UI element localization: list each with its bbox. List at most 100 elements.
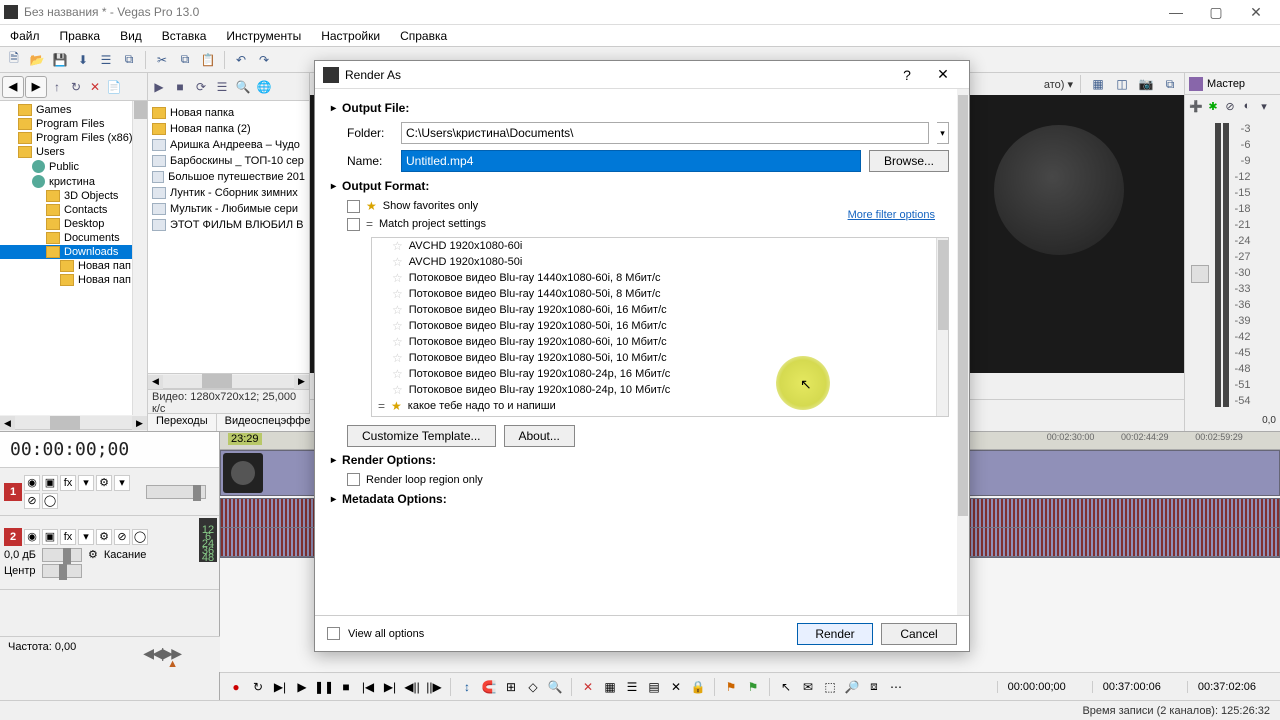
track-rec-icon[interactable]: ◉ (24, 529, 40, 545)
file-item[interactable]: Барбоскины _ ТОП-10 сер (148, 153, 309, 169)
tree-item[interactable]: Documents (0, 231, 147, 245)
magnet-icon[interactable]: 🧲 (479, 677, 499, 697)
go-start-icon[interactable]: |◀ (358, 677, 378, 697)
paste-icon[interactable]: 📋 (198, 50, 218, 70)
cut-icon[interactable]: ✂ (152, 50, 172, 70)
record-icon[interactable]: ● (226, 677, 246, 697)
format-item[interactable]: ☆Потоковое видео Blu-ray 1440x1080-50i, … (372, 286, 948, 302)
metadata-section[interactable]: Metadata Options: (331, 488, 949, 510)
dialog-close-button[interactable]: ✕ (925, 62, 961, 88)
track-auto-icon[interactable]: ▾ (78, 475, 94, 491)
track-pan-slider[interactable] (42, 564, 82, 578)
snapshot-icon[interactable]: 📷 (1136, 74, 1156, 94)
render-loop-checkbox[interactable] (347, 473, 360, 486)
file-item[interactable]: Большое путешествие 201 (148, 169, 309, 185)
play-start-icon[interactable]: ▶| (270, 677, 290, 697)
split-icon[interactable]: ◫ (1112, 74, 1132, 94)
track-touch-gear-icon[interactable]: ⚙ (88, 548, 98, 561)
envelope-tool-icon[interactable]: ✉ (798, 677, 818, 697)
view-all-checkbox[interactable] (327, 627, 340, 640)
loop-icon[interactable]: ↻ (248, 677, 268, 697)
file-item[interactable]: Аришка Андреева – Чудо (148, 137, 309, 153)
group-icon[interactable]: ⧈ (864, 677, 884, 697)
track-mute-icon[interactable]: ⊘ (24, 493, 40, 509)
dialog-scrollbar[interactable] (957, 89, 969, 615)
format-item[interactable]: ☆Потоковое видео Blu-ray 1440x1080-60i, … (372, 270, 948, 286)
more-tools-icon[interactable]: ⋯ (886, 677, 906, 697)
menu-view[interactable]: Вид (110, 25, 152, 46)
nav-forward-button[interactable]: ▶ (25, 76, 47, 98)
cut-tool-icon[interactable]: ✕ (578, 677, 598, 697)
crossfade-icon[interactable]: ✕ (666, 677, 686, 697)
play-icon[interactable]: ▶ (292, 677, 312, 697)
menu-insert[interactable]: Вставка (152, 25, 217, 46)
track-bypass-icon[interactable]: ▣ (42, 475, 58, 491)
prev-frame-icon[interactable]: ◀|| (402, 677, 422, 697)
format-item[interactable]: ☆Потоковое видео Blu-ray 1920x1080-60i, … (372, 334, 948, 350)
scrub-marker-icon[interactable]: ▲ (167, 658, 178, 670)
master-solo-icon[interactable]: ◐ (1240, 99, 1254, 113)
menu-settings[interactable]: Настройки (311, 25, 390, 46)
format-item[interactable]: ☆Потоковое видео Blu-ray 1920x1080-60i, … (372, 302, 948, 318)
nav-back-button[interactable]: ◀ (2, 76, 24, 98)
format-item[interactable]: ☆Потоковое видео Blu-ray 1920x1080-24p, … (372, 382, 948, 398)
master-insert-icon[interactable]: ➕ (1189, 99, 1203, 113)
autoplay-icon[interactable]: ⟳ (192, 78, 210, 96)
nav-delete-icon[interactable]: ✕ (86, 78, 104, 96)
tree-item[interactable]: Program Files (0, 117, 147, 131)
tree-item[interactable]: Games (0, 103, 147, 117)
lock-icon[interactable]: ▦ (600, 677, 620, 697)
more-filter-link[interactable]: More filter options (848, 209, 935, 221)
edit-tool-icon[interactable]: ↕ (457, 677, 477, 697)
name-field[interactable] (401, 150, 861, 172)
pause-icon[interactable]: ❚❚ (314, 677, 334, 697)
track-solo-icon[interactable]: ◯ (132, 529, 148, 545)
tree-item[interactable]: Public (0, 159, 147, 174)
format-item[interactable]: ☆Потоковое видео Blu-ray 1920x1080-50i, … (372, 350, 948, 366)
track-fx-icon[interactable]: fx (60, 475, 76, 491)
minimize-button[interactable]: — (1156, 0, 1196, 24)
file-item[interactable]: Новая папка (2) (148, 121, 309, 137)
track-bypass-icon[interactable]: ▣ (42, 529, 58, 545)
file-list[interactable]: Новая папкаНовая папка (2)Аришка Андреев… (148, 101, 309, 373)
preview-quality-dropdown[interactable]: ато) ▾ (1044, 78, 1073, 91)
file-item[interactable]: Мультик - Любимые сери (148, 201, 309, 217)
format-item[interactable]: ☆Потоковое видео Blu-ray 1920x1080-24p, … (372, 366, 948, 382)
track-auto-icon[interactable]: ▾ (78, 529, 94, 545)
track-gear-icon[interactable]: ⚙ (96, 475, 112, 491)
track-audio[interactable]: 2 ◉ ▣ fx ▾ ⚙ ⊘ ◯ 0,0 дБ ⚙ Касание (0, 516, 219, 590)
output-file-section[interactable]: Output File: (331, 97, 949, 119)
master-eq-icon[interactable] (1191, 265, 1209, 283)
track-solo-icon[interactable]: ◯ (42, 493, 58, 509)
tree-item[interactable]: кристина (0, 174, 147, 189)
go-end-icon[interactable]: ▶| (380, 677, 400, 697)
folder-field[interactable] (401, 122, 929, 144)
format-list[interactable]: ☆AVCHD 1920x1080-60i☆AVCHD 1920x1080-50i… (371, 237, 949, 417)
menu-edit[interactable]: Правка (50, 25, 111, 46)
track-touch-label[interactable]: Касание (104, 549, 146, 561)
master-dim-icon[interactable]: ▾ (1257, 99, 1271, 113)
file-item[interactable]: Лунтик - Сборник зимних (148, 185, 309, 201)
track-gear-icon[interactable]: ⚙ (96, 529, 112, 545)
cancel-button[interactable]: Cancel (881, 623, 957, 645)
format-list-scrollbar[interactable] (936, 238, 948, 416)
zoom-tool2-icon[interactable]: 🔎 (842, 677, 862, 697)
cursor-tool-icon[interactable]: ↖ (776, 677, 796, 697)
nav-up-icon[interactable]: ↑ (48, 78, 66, 96)
format-item[interactable]: ☆AVCHD 1920x1080-50i (372, 254, 948, 270)
tree-item[interactable]: Desktop (0, 217, 147, 231)
import-icon[interactable]: ⧉ (119, 50, 139, 70)
next-frame-icon[interactable]: ||▶ (424, 677, 444, 697)
menu-file[interactable]: Файл (0, 25, 50, 46)
grid-icon[interactable]: ▦ (1088, 74, 1108, 94)
format-item[interactable]: ☆AVCHD 1920x1080-60i (372, 238, 948, 254)
new-icon[interactable]: 🗎 (4, 50, 24, 70)
menu-tools[interactable]: Инструменты (216, 25, 311, 46)
track-video[interactable]: 1 ◉ ▣ fx ▾ ⚙ ▾ ⊘ ◯ (0, 468, 219, 516)
track-rec-icon[interactable]: ◉ (24, 475, 40, 491)
master-mute-icon[interactable]: ⊘ (1223, 99, 1237, 113)
tree-scrollbar[interactable] (132, 101, 147, 415)
master-fx-icon[interactable]: ✱ (1206, 99, 1220, 113)
snap-grid-icon[interactable]: ⊞ (501, 677, 521, 697)
maximize-button[interactable]: ▢ (1196, 0, 1236, 24)
